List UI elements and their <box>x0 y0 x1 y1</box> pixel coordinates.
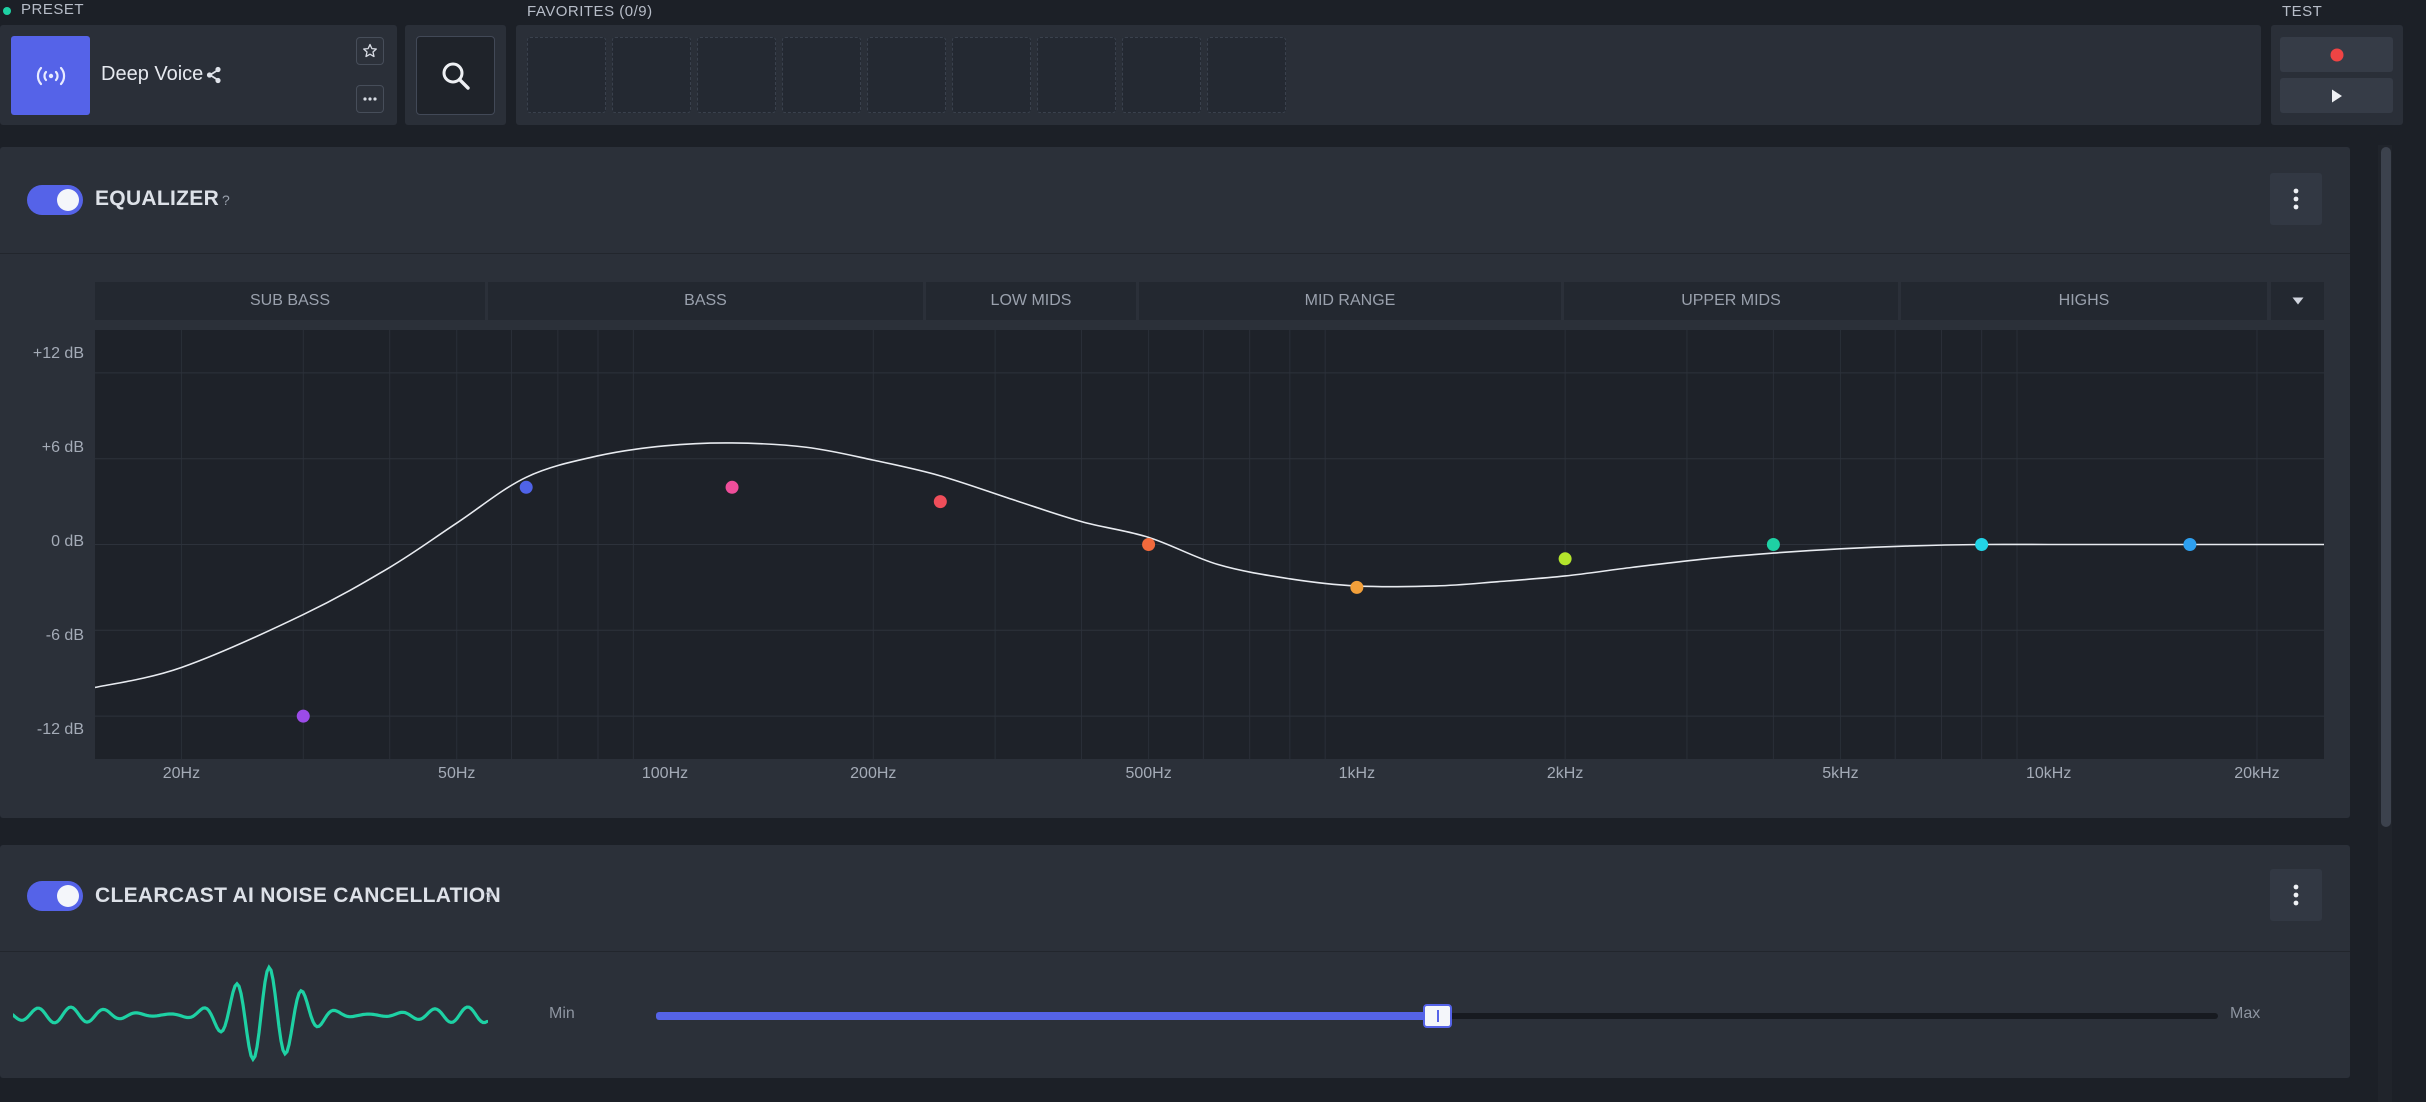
favorite-slot-9[interactable] <box>1207 37 1286 113</box>
x-tick-label: 50Hz <box>438 765 476 782</box>
test-panel <box>2271 25 2403 125</box>
y-tick-label: 0 dB <box>51 533 84 550</box>
eq-band-handle[interactable] <box>296 709 310 723</box>
kebab-icon <box>2293 884 2299 906</box>
eq-band-handle[interactable] <box>1975 538 1989 551</box>
share-icon[interactable] <box>205 65 223 90</box>
x-tick-label: 10kHz <box>2026 765 2072 782</box>
noise-cancellation-toggle[interactable] <box>27 881 83 911</box>
preset-panel: Deep Voice <box>0 25 397 125</box>
noise-slider-fill <box>656 1012 1437 1020</box>
band-low-mids[interactable]: LOW MIDS <box>926 282 1136 320</box>
equalizer-help-icon[interactable]: ? <box>222 192 230 208</box>
eq-band-handle[interactable] <box>1558 552 1572 566</box>
preset-tile[interactable] <box>11 36 90 115</box>
favorite-slot-3[interactable] <box>697 37 776 113</box>
noise-min-label: Min <box>549 1005 575 1022</box>
x-tick-label: 1kHz <box>1338 765 1376 782</box>
favorite-slot-2[interactable] <box>612 37 691 113</box>
noise-cancellation-divider <box>0 951 2350 952</box>
star-icon <box>363 43 377 58</box>
preset-name[interactable]: Deep Voice <box>101 63 203 86</box>
search-button[interactable] <box>416 36 495 115</box>
ellipsis-icon <box>363 97 377 101</box>
caret-down-icon <box>2292 297 2303 305</box>
x-tick-label: 5kHz <box>1822 765 1859 782</box>
band-dropdown-button[interactable] <box>2271 282 2324 320</box>
noise-cancellation-menu-button[interactable] <box>2270 869 2322 921</box>
preset-label: PRESET <box>21 1 85 18</box>
band-sub-bass[interactable]: SUB BASS <box>95 282 485 320</box>
band-bass[interactable]: BASS <box>488 282 923 320</box>
voice-wave-icon <box>36 66 65 85</box>
eq-band-handle[interactable] <box>1766 538 1780 551</box>
favorite-slot-5[interactable] <box>867 37 946 113</box>
play-button[interactable] <box>2280 78 2393 113</box>
scrollbar-thumb[interactable] <box>2381 147 2391 827</box>
favorites-label: FAVORITES (0/9) <box>527 3 653 20</box>
favorite-slot-7[interactable] <box>1037 37 1116 113</box>
test-label: TEST <box>2282 3 2323 20</box>
band-mid-range[interactable]: MID RANGE <box>1139 282 1561 320</box>
x-tick-label: 20Hz <box>162 765 201 782</box>
favorite-slot-4[interactable] <box>782 37 861 113</box>
play-icon <box>2331 89 2342 102</box>
eq-band-handle[interactable] <box>725 480 739 494</box>
y-tick-label: -12 dB <box>36 721 84 738</box>
eq-band-handle[interactable] <box>933 495 947 509</box>
noise-cancellation-help-icon[interactable]: ? <box>485 888 493 904</box>
favorite-slot-8[interactable] <box>1122 37 1201 113</box>
equalizer-chart[interactable] <box>95 330 2324 759</box>
search-icon <box>442 62 470 90</box>
x-tick-label: 100Hz <box>641 765 689 782</box>
favorite-preset-button[interactable] <box>356 37 384 65</box>
eq-band-handle[interactable] <box>1350 580 1364 594</box>
eq-band-handle[interactable] <box>519 480 533 494</box>
x-tick-label: 2kHz <box>1546 765 1584 782</box>
x-tick-label: 20kHz <box>2234 765 2280 782</box>
favorite-slot-1[interactable] <box>527 37 606 113</box>
y-tick-label: +6 dB <box>41 439 84 456</box>
eq-band-handle[interactable] <box>2183 538 2197 551</box>
search-panel <box>405 25 506 125</box>
x-tick-label: 500Hz <box>1125 765 1172 782</box>
y-tick-label: -6 dB <box>45 627 84 644</box>
equalizer-divider <box>0 253 2350 254</box>
y-tick-label: +12 dB <box>32 345 84 362</box>
preset-status-dot <box>3 7 11 15</box>
eq-band-handle[interactable] <box>1142 538 1156 551</box>
band-upper-mids[interactable]: UPPER MIDS <box>1564 282 1898 320</box>
preset-more-button[interactable] <box>356 85 384 113</box>
noise-waveform <box>13 964 488 1063</box>
record-button[interactable] <box>2280 37 2393 72</box>
x-tick-label: 200Hz <box>850 765 897 782</box>
equalizer-toggle[interactable] <box>27 185 83 215</box>
kebab-icon <box>2293 188 2299 210</box>
record-icon <box>2330 48 2343 61</box>
favorite-slot-6[interactable] <box>952 37 1031 113</box>
equalizer-menu-button[interactable] <box>2270 173 2322 225</box>
favorites-panel <box>516 25 2261 125</box>
noise-max-label: Max <box>2230 1005 2261 1022</box>
noise-cancellation-title: CLEARCAST AI NOISE CANCELLATION <box>95 884 501 907</box>
equalizer-title: EQUALIZER <box>95 187 220 210</box>
noise-cancellation-section: CLEARCAST AI NOISE CANCELLATION ? Min Ma… <box>0 845 2350 1078</box>
noise-slider-thumb[interactable] <box>1423 1004 1452 1028</box>
band-highs[interactable]: HIGHS <box>1901 282 2267 320</box>
